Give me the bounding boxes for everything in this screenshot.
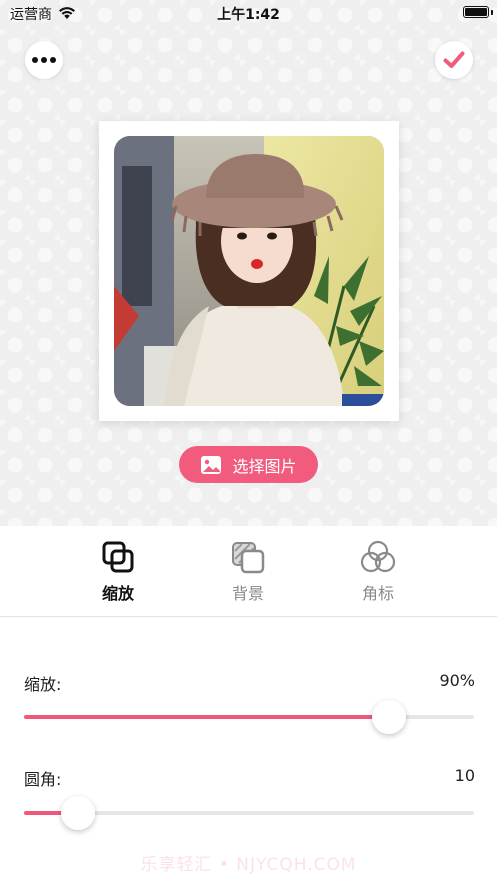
tab-corner-badge-label: 角标 (361, 584, 394, 603)
tool-tab-bar: 缩放 背景 角标 (0, 526, 497, 617)
battery-tip (491, 10, 493, 15)
tab-corner-badge[interactable]: 角标 (338, 540, 418, 604)
choose-image-button[interactable]: 选择图片 (179, 446, 318, 483)
image-icon (201, 455, 222, 474)
watermark-text: 乐享轻汇 • NJYCQH.COM (140, 855, 357, 875)
corner-radius-label: 圆角: (24, 770, 62, 789)
confirm-button[interactable] (435, 41, 473, 79)
editor-canvas: 运营商 上午1:42 选择图片 (0, 0, 497, 526)
tab-scale[interactable]: 缩放 (78, 540, 158, 604)
background-layers-icon (232, 542, 265, 574)
scale-label: 缩放: (24, 675, 62, 694)
status-time: 上午1:42 (217, 7, 280, 23)
corner-radius-value: 10 (454, 766, 475, 785)
resize-icon (102, 541, 134, 573)
tab-background-label: 背景 (231, 584, 264, 603)
photo-frame[interactable] (99, 121, 399, 421)
corner-radius-slider-thumb[interactable] (61, 796, 95, 830)
more-button[interactable] (25, 41, 63, 79)
scale-value: 90% (439, 671, 475, 690)
scale-slider-thumb[interactable] (371, 700, 406, 734)
scale-slider[interactable] (24, 700, 474, 734)
more-dots-icon (32, 57, 56, 63)
tab-background[interactable]: 背景 (208, 540, 288, 604)
status-bar: 运营商 上午1:42 (0, 0, 497, 26)
portrait-photo[interactable] (114, 136, 384, 406)
checkmark-icon (443, 51, 465, 68)
battery-icon (463, 6, 489, 18)
scale-slider-fill (24, 715, 389, 719)
choose-image-label: 选择图片 (232, 456, 297, 476)
tab-scale-label: 缩放 (101, 584, 134, 603)
badge-circles-icon (360, 540, 396, 573)
corner-radius-slider[interactable] (24, 796, 474, 830)
